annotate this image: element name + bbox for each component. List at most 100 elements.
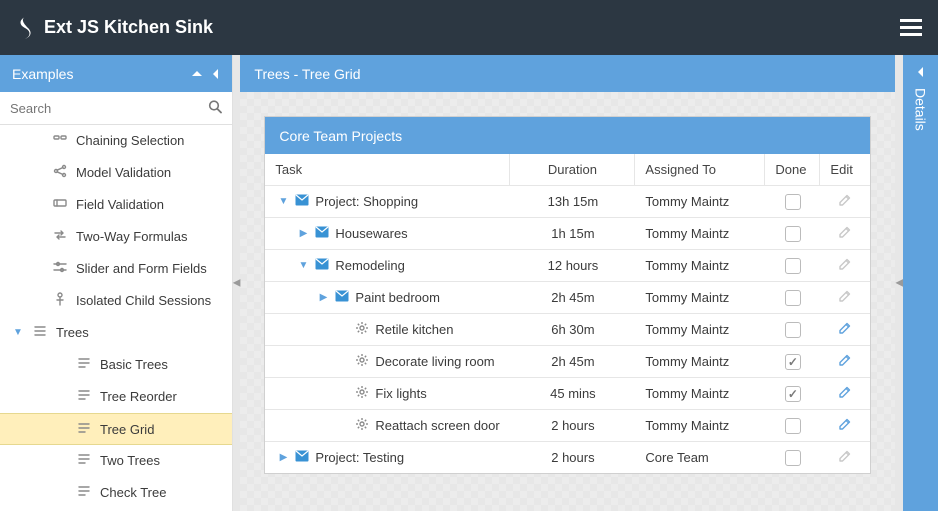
col-header-duration[interactable]: Duration: [510, 154, 635, 185]
done-checkbox[interactable]: [785, 418, 801, 434]
task-label: Paint bedroom: [355, 290, 440, 305]
spacer: ▶: [337, 388, 349, 399]
content-title-bar: Trees - Tree Grid: [240, 55, 895, 92]
assigned-value: Tommy Maintz: [645, 258, 729, 273]
spacer: ▶: [337, 324, 349, 335]
edit-button[interactable]: [838, 449, 852, 466]
sencha-logo-icon: [16, 17, 34, 39]
sidebar-item-tree-grid[interactable]: Tree Grid: [0, 413, 232, 445]
search-input[interactable]: [0, 92, 232, 124]
details-panel-collapsed[interactable]: Details: [903, 55, 938, 511]
collapse-up-icon[interactable]: [192, 66, 202, 82]
sidebar-item-label: Tree Reorder: [100, 389, 177, 404]
collapse-caret-icon[interactable]: ▼: [277, 196, 289, 207]
edit-button[interactable]: [838, 225, 852, 242]
assigned-value: Tommy Maintz: [645, 386, 729, 401]
sidebar-item-label: Tree Grid: [100, 422, 154, 437]
col-header-task[interactable]: Task: [265, 154, 510, 185]
table-row[interactable]: ▼Remodeling12 hoursTommy Maintz: [265, 250, 870, 282]
folder-icon: [315, 258, 329, 273]
collapse-caret-icon[interactable]: ▼: [297, 260, 309, 271]
expand-caret-icon[interactable]: ▶: [297, 228, 309, 239]
done-checkbox[interactable]: [785, 194, 801, 210]
sidebar-item-two-trees[interactable]: Two Trees: [0, 445, 232, 477]
edit-button[interactable]: [838, 321, 852, 338]
collapse-arrow-icon[interactable]: ▼: [12, 327, 24, 338]
table-row[interactable]: ▶Reattach screen door2 hoursTommy Maintz: [265, 410, 870, 442]
sidebar-item-chaining-selection[interactable]: Chaining Selection: [0, 125, 232, 157]
table-row[interactable]: ▶Retile kitchen6h 30mTommy Maintz: [265, 314, 870, 346]
grid-header-row: Task Duration Assigned To Done Edit: [265, 154, 870, 186]
task-label: Retile kitchen: [375, 322, 453, 337]
sidebar-item-check-tree[interactable]: Check Tree: [0, 477, 232, 509]
sidebar-item-isolated-child-sessions[interactable]: Isolated Child Sessions: [0, 285, 232, 317]
sidebar-item-label: Slider and Form Fields: [76, 261, 207, 276]
duration-value: 2h 45m: [551, 354, 594, 369]
table-row[interactable]: ▼Project: Shopping13h 15mTommy Maintz: [265, 186, 870, 218]
col-header-edit[interactable]: Edit: [820, 154, 870, 185]
task-label: Project: Shopping: [315, 194, 418, 209]
table-row[interactable]: ▶Decorate living room2h 45mTommy Maintz: [265, 346, 870, 378]
splitter-right[interactable]: ◀: [895, 55, 903, 511]
task-label: Housewares: [335, 226, 407, 241]
duration-value: 2 hours: [551, 450, 594, 465]
edit-button[interactable]: [838, 289, 852, 306]
assigned-value: Tommy Maintz: [645, 418, 729, 433]
table-row[interactable]: ▶Project: Testing2 hoursCore Team: [265, 442, 870, 473]
sidebar-item-label: Two Trees: [100, 453, 160, 468]
sidebar-item-model-validation[interactable]: Model Validation: [0, 157, 232, 189]
col-header-done[interactable]: Done: [765, 154, 820, 185]
swap-icon: [52, 228, 68, 245]
edit-button[interactable]: [838, 385, 852, 402]
edit-button[interactable]: [838, 353, 852, 370]
app-title: Ext JS Kitchen Sink: [44, 17, 213, 38]
sidebar-title: Examples: [12, 66, 73, 82]
search-icon[interactable]: [208, 100, 222, 117]
edit-button[interactable]: [838, 193, 852, 210]
expand-left-icon[interactable]: [917, 65, 925, 80]
sidebar-item-field-validation[interactable]: Field Validation: [0, 189, 232, 221]
sidebar-header[interactable]: Examples: [0, 55, 232, 92]
slider-icon: [52, 260, 68, 277]
folder-icon: [295, 194, 309, 209]
sidebar-item-label: Basic Trees: [100, 357, 168, 372]
expand-caret-icon[interactable]: ▶: [317, 292, 329, 303]
task-icon: [355, 321, 369, 338]
duration-value: 12 hours: [548, 258, 599, 273]
done-checkbox[interactable]: [785, 386, 801, 402]
grid-titlebar[interactable]: Core Team Projects: [265, 117, 870, 154]
sidebar-item-two-way-formulas[interactable]: Two-Way Formulas: [0, 221, 232, 253]
duration-value: 1h 15m: [551, 226, 594, 241]
task-icon: [355, 353, 369, 370]
main-panel: Trees - Tree Grid Core Team Projects Tas…: [240, 55, 895, 511]
sidebar-item-trees[interactable]: ▼Trees: [0, 317, 232, 349]
done-checkbox[interactable]: [785, 322, 801, 338]
expand-caret-icon[interactable]: ▶: [277, 452, 289, 463]
table-row[interactable]: ▶Paint bedroom2h 45mTommy Maintz: [265, 282, 870, 314]
done-checkbox[interactable]: [785, 226, 801, 242]
leaf-icon: [76, 421, 92, 438]
splitter-left[interactable]: ◀: [233, 55, 241, 511]
table-row[interactable]: ▶Housewares1h 15mTommy Maintz: [265, 218, 870, 250]
share-icon: [52, 164, 68, 181]
hamburger-menu-button[interactable]: [900, 19, 922, 37]
splitter-expand-icon[interactable]: ◀: [895, 278, 903, 289]
collapse-left-icon[interactable]: [212, 66, 220, 82]
sidebar-item-basic-trees[interactable]: Basic Trees: [0, 349, 232, 381]
done-checkbox[interactable]: [785, 258, 801, 274]
sidebar-item-slider-and-form-fields[interactable]: Slider and Form Fields: [0, 253, 232, 285]
duration-value: 45 mins: [550, 386, 596, 401]
spacer: ▶: [337, 420, 349, 431]
sidebar-item-tree-reorder[interactable]: Tree Reorder: [0, 381, 232, 413]
col-header-assigned[interactable]: Assigned To: [635, 154, 765, 185]
content-area: Core Team Projects Task Duration Assigne…: [240, 92, 895, 511]
done-checkbox[interactable]: [785, 354, 801, 370]
done-checkbox[interactable]: [785, 290, 801, 306]
sidebar-item-label: Two-Way Formulas: [76, 229, 187, 244]
splitter-collapse-icon[interactable]: ◀: [233, 278, 241, 289]
done-checkbox[interactable]: [785, 450, 801, 466]
child-icon: [52, 292, 68, 309]
table-row[interactable]: ▶Fix lights45 minsTommy Maintz: [265, 378, 870, 410]
edit-button[interactable]: [838, 417, 852, 434]
edit-button[interactable]: [838, 257, 852, 274]
